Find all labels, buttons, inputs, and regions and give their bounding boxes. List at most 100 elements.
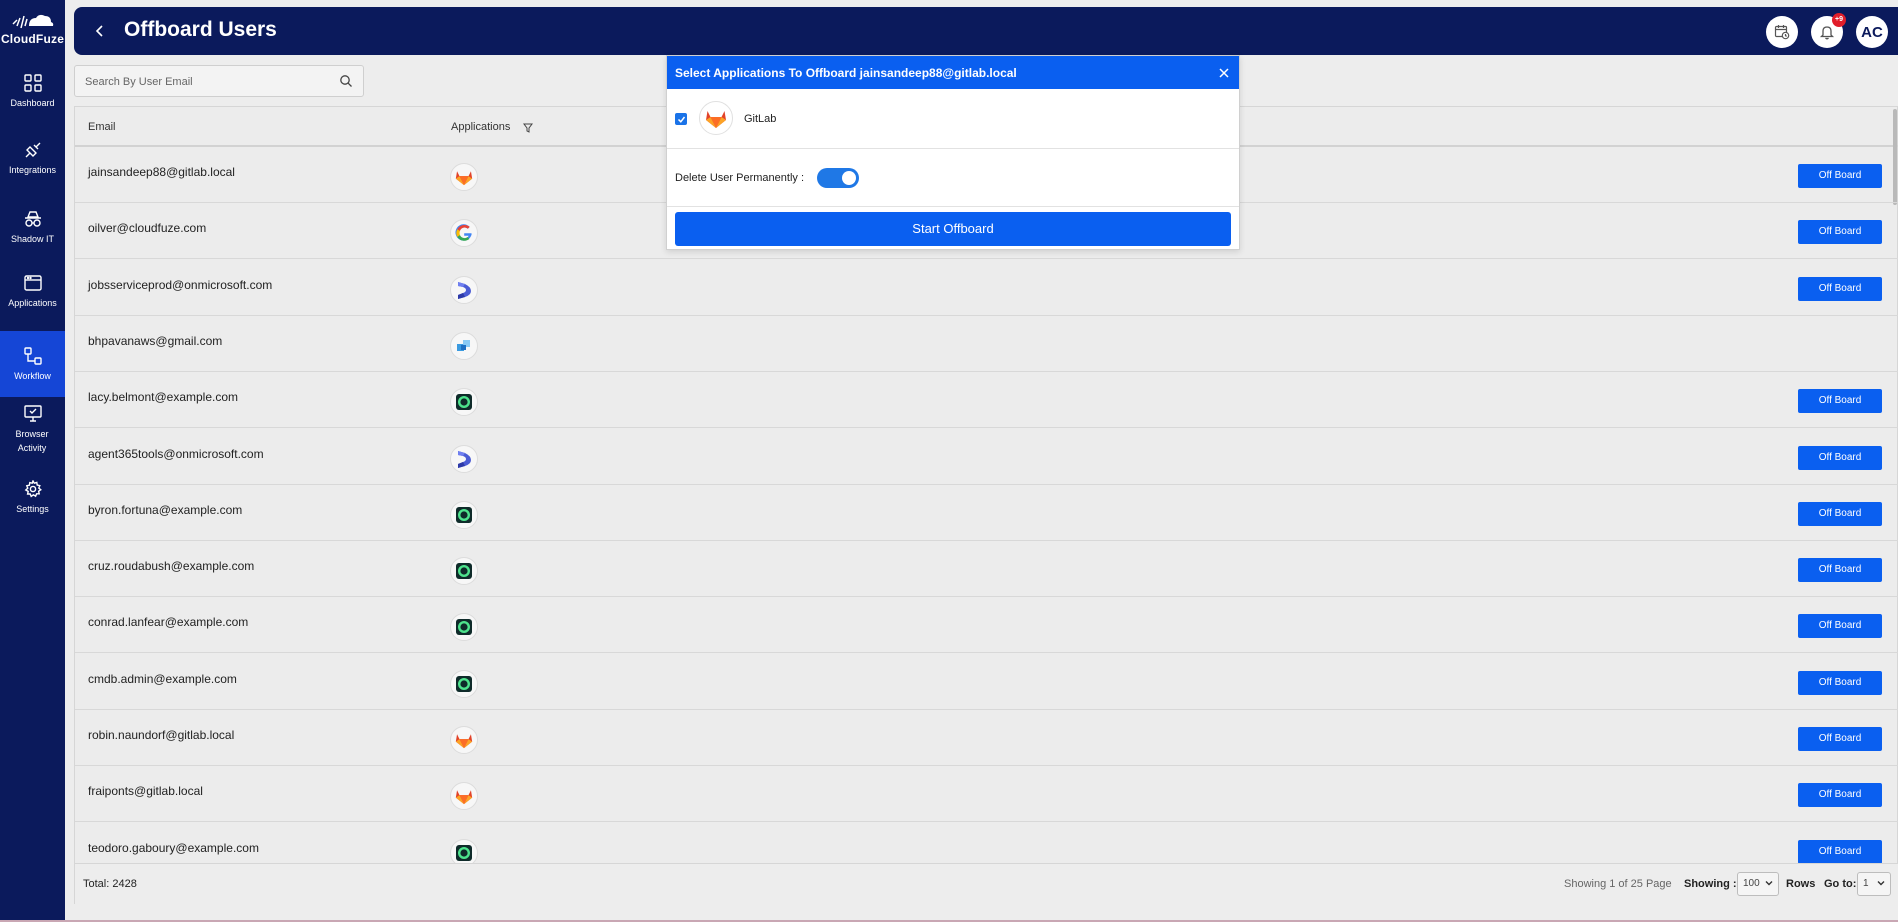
sidebar-item-label: Integrations — [8, 165, 57, 175]
table-row: bhpavanaws@gmail.com — [75, 316, 1898, 372]
row-email: agent365tools@onmicrosoft.com — [88, 446, 264, 461]
app-checkbox[interactable] — [675, 113, 687, 125]
off-board-button[interactable]: Off Board — [1798, 445, 1882, 470]
column-header-email: Email — [88, 121, 116, 133]
search-icon[interactable] — [339, 74, 353, 88]
spy-icon — [24, 211, 41, 227]
avatar[interactable]: AC — [1856, 16, 1888, 48]
modal-header: Select Applications To Offboard jainsand… — [667, 56, 1239, 89]
total-count: Total: 2428 — [83, 878, 137, 890]
table-row: cruz.roudabush@example.com Off Board — [75, 541, 1898, 598]
off-board-button[interactable]: Off Board — [1798, 614, 1882, 639]
window-icon — [23, 275, 42, 291]
sidebar-item-browser-activity[interactable]: Browser Activity — [0, 405, 65, 471]
green-ring-app-icon — [450, 669, 478, 698]
offboard-modal: Select Applications To Offboard jainsand… — [666, 55, 1240, 250]
toggle-knob — [842, 171, 856, 185]
sidebar-item-label: Applications — [8, 298, 57, 308]
chevron-down-icon — [1877, 881, 1885, 886]
goto-page-value: 1 — [1863, 878, 1869, 889]
sidebar-item-label: Shadow IT — [10, 234, 55, 244]
search-box — [74, 65, 364, 97]
plug-icon — [25, 142, 40, 158]
goto-page-select[interactable]: 1 — [1857, 872, 1891, 896]
off-board-button[interactable]: Off Board — [1798, 276, 1882, 301]
table-row: cmdb.admin@example.com Off Board — [75, 654, 1898, 710]
sidebar-item-workflow[interactable]: Workflow — [0, 331, 65, 397]
off-board-button[interactable]: Off Board — [1798, 501, 1882, 526]
goto-label: Go to: — [1824, 878, 1857, 890]
table-row: robin.naundorf@gitlab.local Off Board — [75, 710, 1898, 766]
off-board-button[interactable]: Off Board — [1798, 727, 1882, 751]
off-board-button[interactable]: Off Board — [1798, 839, 1882, 864]
close-button[interactable] — [1219, 63, 1229, 83]
avatar-initials: AC — [1861, 23, 1883, 41]
modal-title: Select Applications To Offboard jainsand… — [675, 66, 1017, 80]
sidebar-item-shadow-it[interactable]: Shadow IT — [0, 210, 65, 276]
row-email: teodoro.gaboury@example.com — [88, 840, 259, 855]
back-button[interactable] — [88, 19, 112, 43]
sidebar-item-settings[interactable]: Settings — [0, 480, 65, 546]
delete-permanently-toggle[interactable] — [817, 168, 859, 188]
page-info: Showing 1 of 25 Page — [1564, 878, 1672, 890]
workflow-icon — [23, 347, 42, 365]
sidebar-item-label: Dashboard — [10, 98, 55, 108]
filter-icon[interactable] — [523, 123, 533, 133]
dashboard-icon — [23, 74, 42, 92]
sidebar-item-dashboard[interactable]: Dashboard — [0, 74, 65, 140]
table-footer: Total: 2428 Showing 1 of 25 Page Showing… — [75, 863, 1898, 905]
row-email: bhpavanaws@gmail.com — [88, 333, 223, 348]
gitlab-icon — [450, 726, 478, 754]
cloudfuze-logo-icon — [11, 14, 53, 29]
notifications-button[interactable]: +9 — [1811, 13, 1846, 48]
chevron-down-icon — [1765, 881, 1773, 886]
microsoft-app-icon — [450, 444, 478, 473]
schedule-button[interactable] — [1766, 16, 1798, 48]
table-row: jobsserviceprod@onmicrosoft.com Off Board — [75, 260, 1898, 316]
row-email: byron.fortuna@example.com — [88, 502, 243, 517]
table-row: conrad.lanfear@example.com Off Board — [75, 597, 1898, 654]
off-board-button[interactable]: Off Board — [1798, 220, 1882, 245]
table-row: fraiponts@gitlab.local Off Board — [75, 766, 1898, 823]
green-ring-app-icon — [450, 613, 478, 642]
top-header: Offboard Users +9 AC — [74, 7, 1898, 55]
microsoft-app-icon — [450, 275, 478, 304]
rows-per-page-select[interactable]: 100 — [1737, 872, 1779, 896]
calendar-clock-icon — [1774, 25, 1790, 40]
brand-name: CloudFuze — [0, 32, 65, 46]
row-email: conrad.lanfear@example.com — [88, 615, 249, 630]
rows-per-page-value: 100 — [1743, 878, 1760, 889]
gear-icon — [24, 480, 42, 498]
off-board-button[interactable]: Off Board — [1798, 670, 1882, 695]
row-email: jainsandeep88@gitlab.local — [88, 165, 235, 179]
page-title: Offboard Users — [124, 18, 277, 41]
checkmark-icon — [677, 116, 685, 123]
off-board-button[interactable]: Off Board — [1798, 389, 1882, 414]
search-input[interactable] — [85, 72, 325, 92]
column-header-applications: Applications — [451, 121, 511, 133]
off-board-button[interactable]: Off Board — [1798, 164, 1882, 188]
sidebar-item-integrations[interactable]: Integrations — [0, 141, 65, 207]
row-email: robin.naundorf@gitlab.local — [88, 728, 235, 742]
start-offboard-button[interactable]: Start Offboard — [675, 212, 1231, 246]
bell-icon — [1819, 26, 1835, 40]
close-icon — [1219, 68, 1229, 78]
app-name: GitLab — [744, 113, 777, 125]
modal-app-row: GitLab — [667, 89, 1239, 149]
off-board-button[interactable]: Off Board — [1798, 558, 1882, 583]
row-email: cruz.roudabush@example.com — [88, 559, 255, 574]
gitlab-icon — [450, 782, 478, 811]
row-email: jobsserviceprod@onmicrosoft.com — [88, 277, 273, 292]
off-board-button[interactable]: Off Board — [1798, 783, 1882, 808]
row-email: cmdb.admin@example.com — [88, 671, 237, 686]
sidebar-item-label: Workflow — [14, 371, 51, 381]
delete-permanently-row: Delete User Permanently : — [667, 149, 1239, 207]
rows-label: Rows — [1786, 878, 1816, 890]
row-email: fraiponts@gitlab.local — [88, 784, 203, 799]
sidebar-item-label: Browser Activity — [15, 429, 49, 453]
logo[interactable]: CloudFuze — [0, 10, 65, 46]
showing-label: Showing : — [1684, 878, 1737, 890]
delete-permanently-label: Delete User Permanently : — [675, 172, 804, 184]
monitor-check-icon — [23, 405, 42, 422]
sidebar-item-label: Settings — [16, 504, 49, 514]
